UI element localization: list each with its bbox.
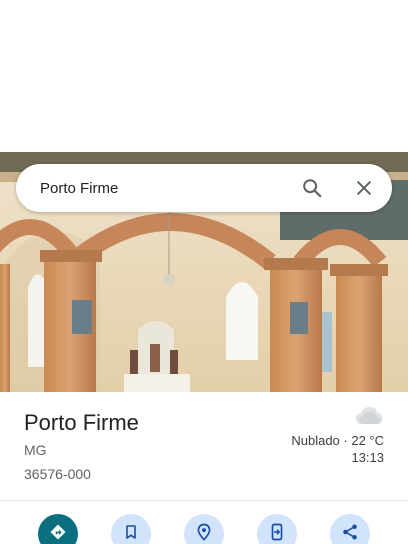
search-bar[interactable]: Porto Firme	[16, 164, 392, 212]
send-to-phone-icon	[268, 523, 286, 544]
share-icon	[341, 523, 359, 544]
close-icon[interactable]	[346, 170, 382, 206]
directions-icon	[49, 523, 67, 544]
action-bar	[0, 514, 408, 544]
save-button[interactable]	[111, 514, 151, 544]
place-region: MG	[24, 442, 47, 458]
weather-time: 13:13	[351, 450, 384, 465]
divider	[0, 500, 408, 501]
cloud-icon	[354, 404, 384, 431]
send-to-device-button[interactable]	[257, 514, 297, 544]
blank-top-area	[0, 0, 408, 152]
search-icon[interactable]	[294, 170, 330, 206]
share-button[interactable]	[330, 514, 370, 544]
place-title: Porto Firme	[24, 410, 139, 435]
place-postcode: 36576-000	[24, 466, 91, 482]
nearby-button[interactable]	[184, 514, 224, 544]
weather-summary: Nublado · 22 °C	[291, 433, 384, 448]
search-input[interactable]: Porto Firme	[16, 180, 294, 197]
place-info-panel: Porto Firme MG 36576-000 Nublado · 22 °C…	[0, 392, 408, 500]
bookmark-icon	[123, 524, 139, 544]
nearby-pin-icon	[195, 523, 213, 544]
directions-button[interactable]	[38, 514, 78, 544]
